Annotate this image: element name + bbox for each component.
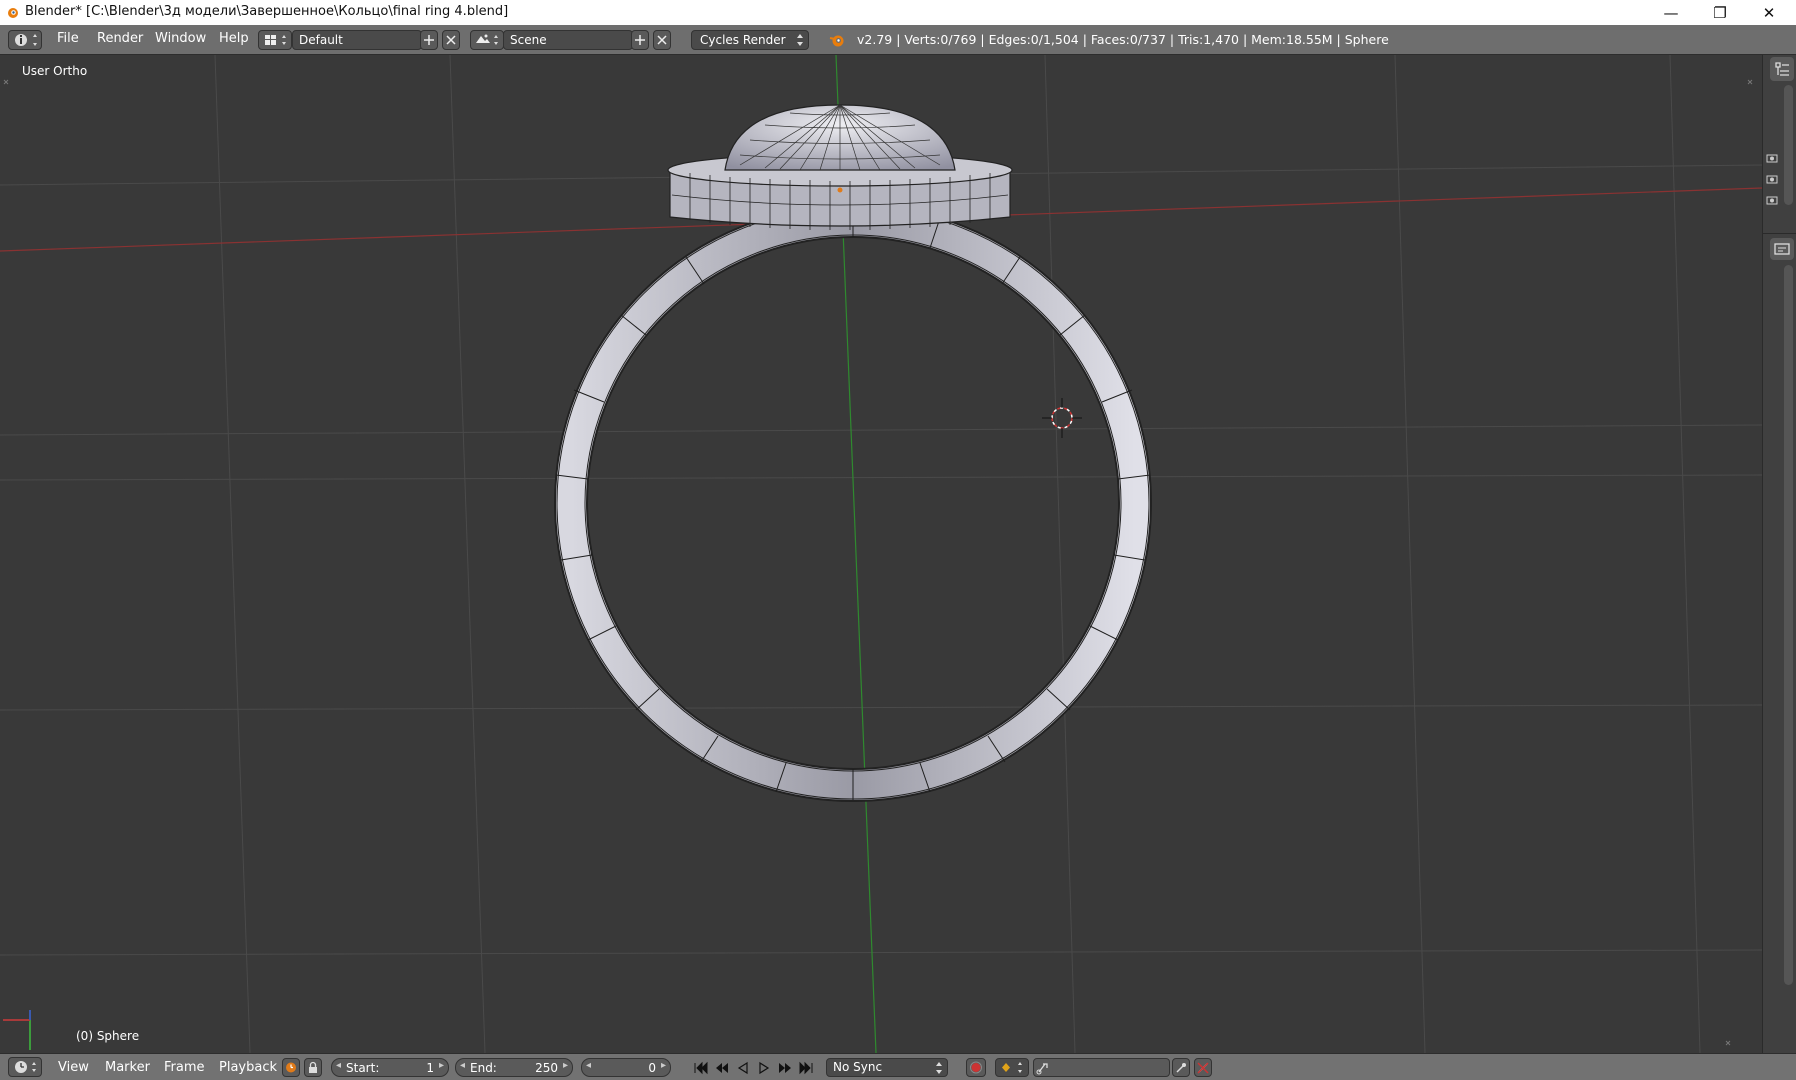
preview-range-toggle[interactable] (282, 1058, 300, 1077)
minimize-icon: — (1663, 3, 1679, 22)
camera-icon (1766, 196, 1778, 205)
end-frame-field[interactable]: ◂ End: 250 ▸ (455, 1058, 573, 1077)
axis-gizmo-icon (3, 1010, 31, 1050)
info-header: File Render Window Help Default Scene Cy… (0, 25, 1796, 55)
menu-render[interactable]: Render (97, 31, 143, 46)
camera-icon (1766, 175, 1778, 184)
lock-time-cursor-toggle[interactable] (304, 1058, 322, 1077)
jump-to-end-button[interactable] (796, 1058, 816, 1077)
properties-icon (1774, 243, 1790, 255)
ring-mesh[interactable] (554, 104, 1152, 802)
plus-icon (424, 35, 434, 45)
camera-icon (1766, 154, 1778, 163)
properties-side-strip (1762, 55, 1796, 1053)
lock-icon (309, 1061, 317, 1073)
clock-icon (15, 1061, 36, 1073)
chevron-updown-icon (936, 1062, 942, 1074)
3d-cursor-icon[interactable] (1042, 398, 1082, 438)
minimize-button[interactable]: — (1648, 0, 1694, 25)
delete-keyframe-button[interactable] (1194, 1058, 1212, 1077)
restore-button[interactable]: ❐ (1697, 0, 1743, 25)
scene-statistics: v2.79 | Verts:0/769 | Edges:0/1,504 | Fa… (857, 32, 1389, 47)
jump-start-icon (694, 1061, 708, 1074)
scene-icon (476, 34, 498, 45)
chevron-left-icon[interactable]: ◂ (336, 1060, 341, 1071)
timeline-menu-playback[interactable]: Playback (219, 1060, 277, 1075)
plus-icon (635, 35, 645, 45)
outliner-scrollbar[interactable] (1784, 85, 1793, 205)
insert-keyframe-button[interactable] (1172, 1058, 1190, 1077)
key-insert-icon (1176, 1063, 1186, 1073)
layout-grid-icon (265, 35, 286, 45)
screen-layout-field[interactable]: Default (292, 30, 422, 50)
keying-set-icon (1036, 1063, 1048, 1075)
x-icon (446, 35, 456, 45)
play-reverse-button[interactable] (733, 1058, 753, 1077)
close-icon: ✕ (1762, 3, 1776, 22)
add-scene-button[interactable] (631, 30, 649, 50)
outliner-icon (1775, 62, 1789, 76)
3d-viewport[interactable]: User Ortho (0) Sphere (0, 55, 1762, 1053)
add-layout-button[interactable] (420, 30, 438, 50)
info-icon (15, 34, 37, 46)
chevron-right-icon[interactable]: ▸ (661, 1060, 666, 1071)
menu-help[interactable]: Help (219, 31, 249, 46)
current-frame-field[interactable]: ◂ 0 ▸ (581, 1058, 671, 1077)
blender-logo-icon (829, 35, 844, 47)
clock-icon (286, 1062, 296, 1073)
x-icon (657, 35, 667, 45)
jump-to-start-button[interactable] (691, 1058, 711, 1077)
chevron-right-icon[interactable]: ▸ (439, 1060, 444, 1071)
window-title-bar: Blender* [C:\Blender\3д модели\Завершенн… (0, 0, 1796, 25)
blender-logo-icon (8, 8, 18, 18)
scene-name-field[interactable]: Scene (503, 30, 633, 50)
timeline-menu-view[interactable]: View (58, 1060, 89, 1075)
menu-window[interactable]: Window (155, 31, 206, 46)
timeline-header: View Marker Frame Playback ◂ Start: 1 ▸ … (0, 1053, 1796, 1080)
sync-mode-dropdown[interactable]: No Sync (826, 1058, 948, 1077)
play-reverse-icon (737, 1061, 748, 1074)
panel-divider (1763, 233, 1796, 234)
play-button[interactable] (754, 1058, 774, 1077)
jump-key-back-icon (716, 1062, 728, 1073)
jump-key-forward-icon (779, 1062, 791, 1073)
object-origin-point (837, 187, 843, 193)
chevron-right-icon[interactable]: ▸ (563, 1060, 568, 1071)
delete-layout-button[interactable] (442, 30, 460, 50)
render-engine-dropdown[interactable]: Cycles Render (691, 30, 809, 50)
timeline-editor-type-button[interactable] (8, 1057, 42, 1077)
scene-browse-button[interactable] (470, 30, 504, 50)
timeline-menu-frame[interactable]: Frame (164, 1060, 205, 1075)
key-delete-icon (1197, 1062, 1209, 1074)
editor-type-button[interactable] (8, 30, 42, 50)
window-title: Blender* [C:\Blender\3д модели\Завершенн… (25, 4, 509, 19)
active-keying-set-field[interactable] (1033, 1058, 1170, 1077)
restore-icon: ❐ (1713, 3, 1727, 22)
view-type-label: User Ortho (22, 64, 88, 78)
record-icon (970, 1061, 982, 1074)
active-object-label: (0) Sphere (76, 1029, 140, 1043)
keying-set-button[interactable] (995, 1058, 1029, 1077)
play-icon (759, 1061, 770, 1074)
keyframe-icon (1002, 1062, 1022, 1073)
jump-to-keyframe-forward-button[interactable] (775, 1058, 795, 1077)
auto-keying-toggle[interactable] (966, 1058, 986, 1077)
properties-scrollbar[interactable] (1784, 265, 1793, 985)
chevron-left-icon[interactable]: ◂ (460, 1060, 465, 1071)
viewport-canvas[interactable] (0, 55, 1762, 1053)
jump-end-icon (799, 1061, 813, 1074)
properties-editor-button[interactable] (1770, 238, 1794, 260)
screen-layout-browse-button[interactable] (258, 30, 292, 50)
chevron-updown-icon (797, 34, 803, 46)
delete-scene-button[interactable] (653, 30, 671, 50)
chevron-left-icon[interactable]: ◂ (586, 1060, 591, 1071)
outliner-editor-button[interactable] (1770, 57, 1794, 81)
close-window-button[interactable]: ✕ (1746, 0, 1792, 25)
start-frame-field[interactable]: ◂ Start: 1 ▸ (331, 1058, 449, 1077)
timeline-menu-marker[interactable]: Marker (105, 1060, 150, 1075)
menu-file[interactable]: File (57, 31, 79, 46)
jump-to-keyframe-back-button[interactable] (712, 1058, 732, 1077)
